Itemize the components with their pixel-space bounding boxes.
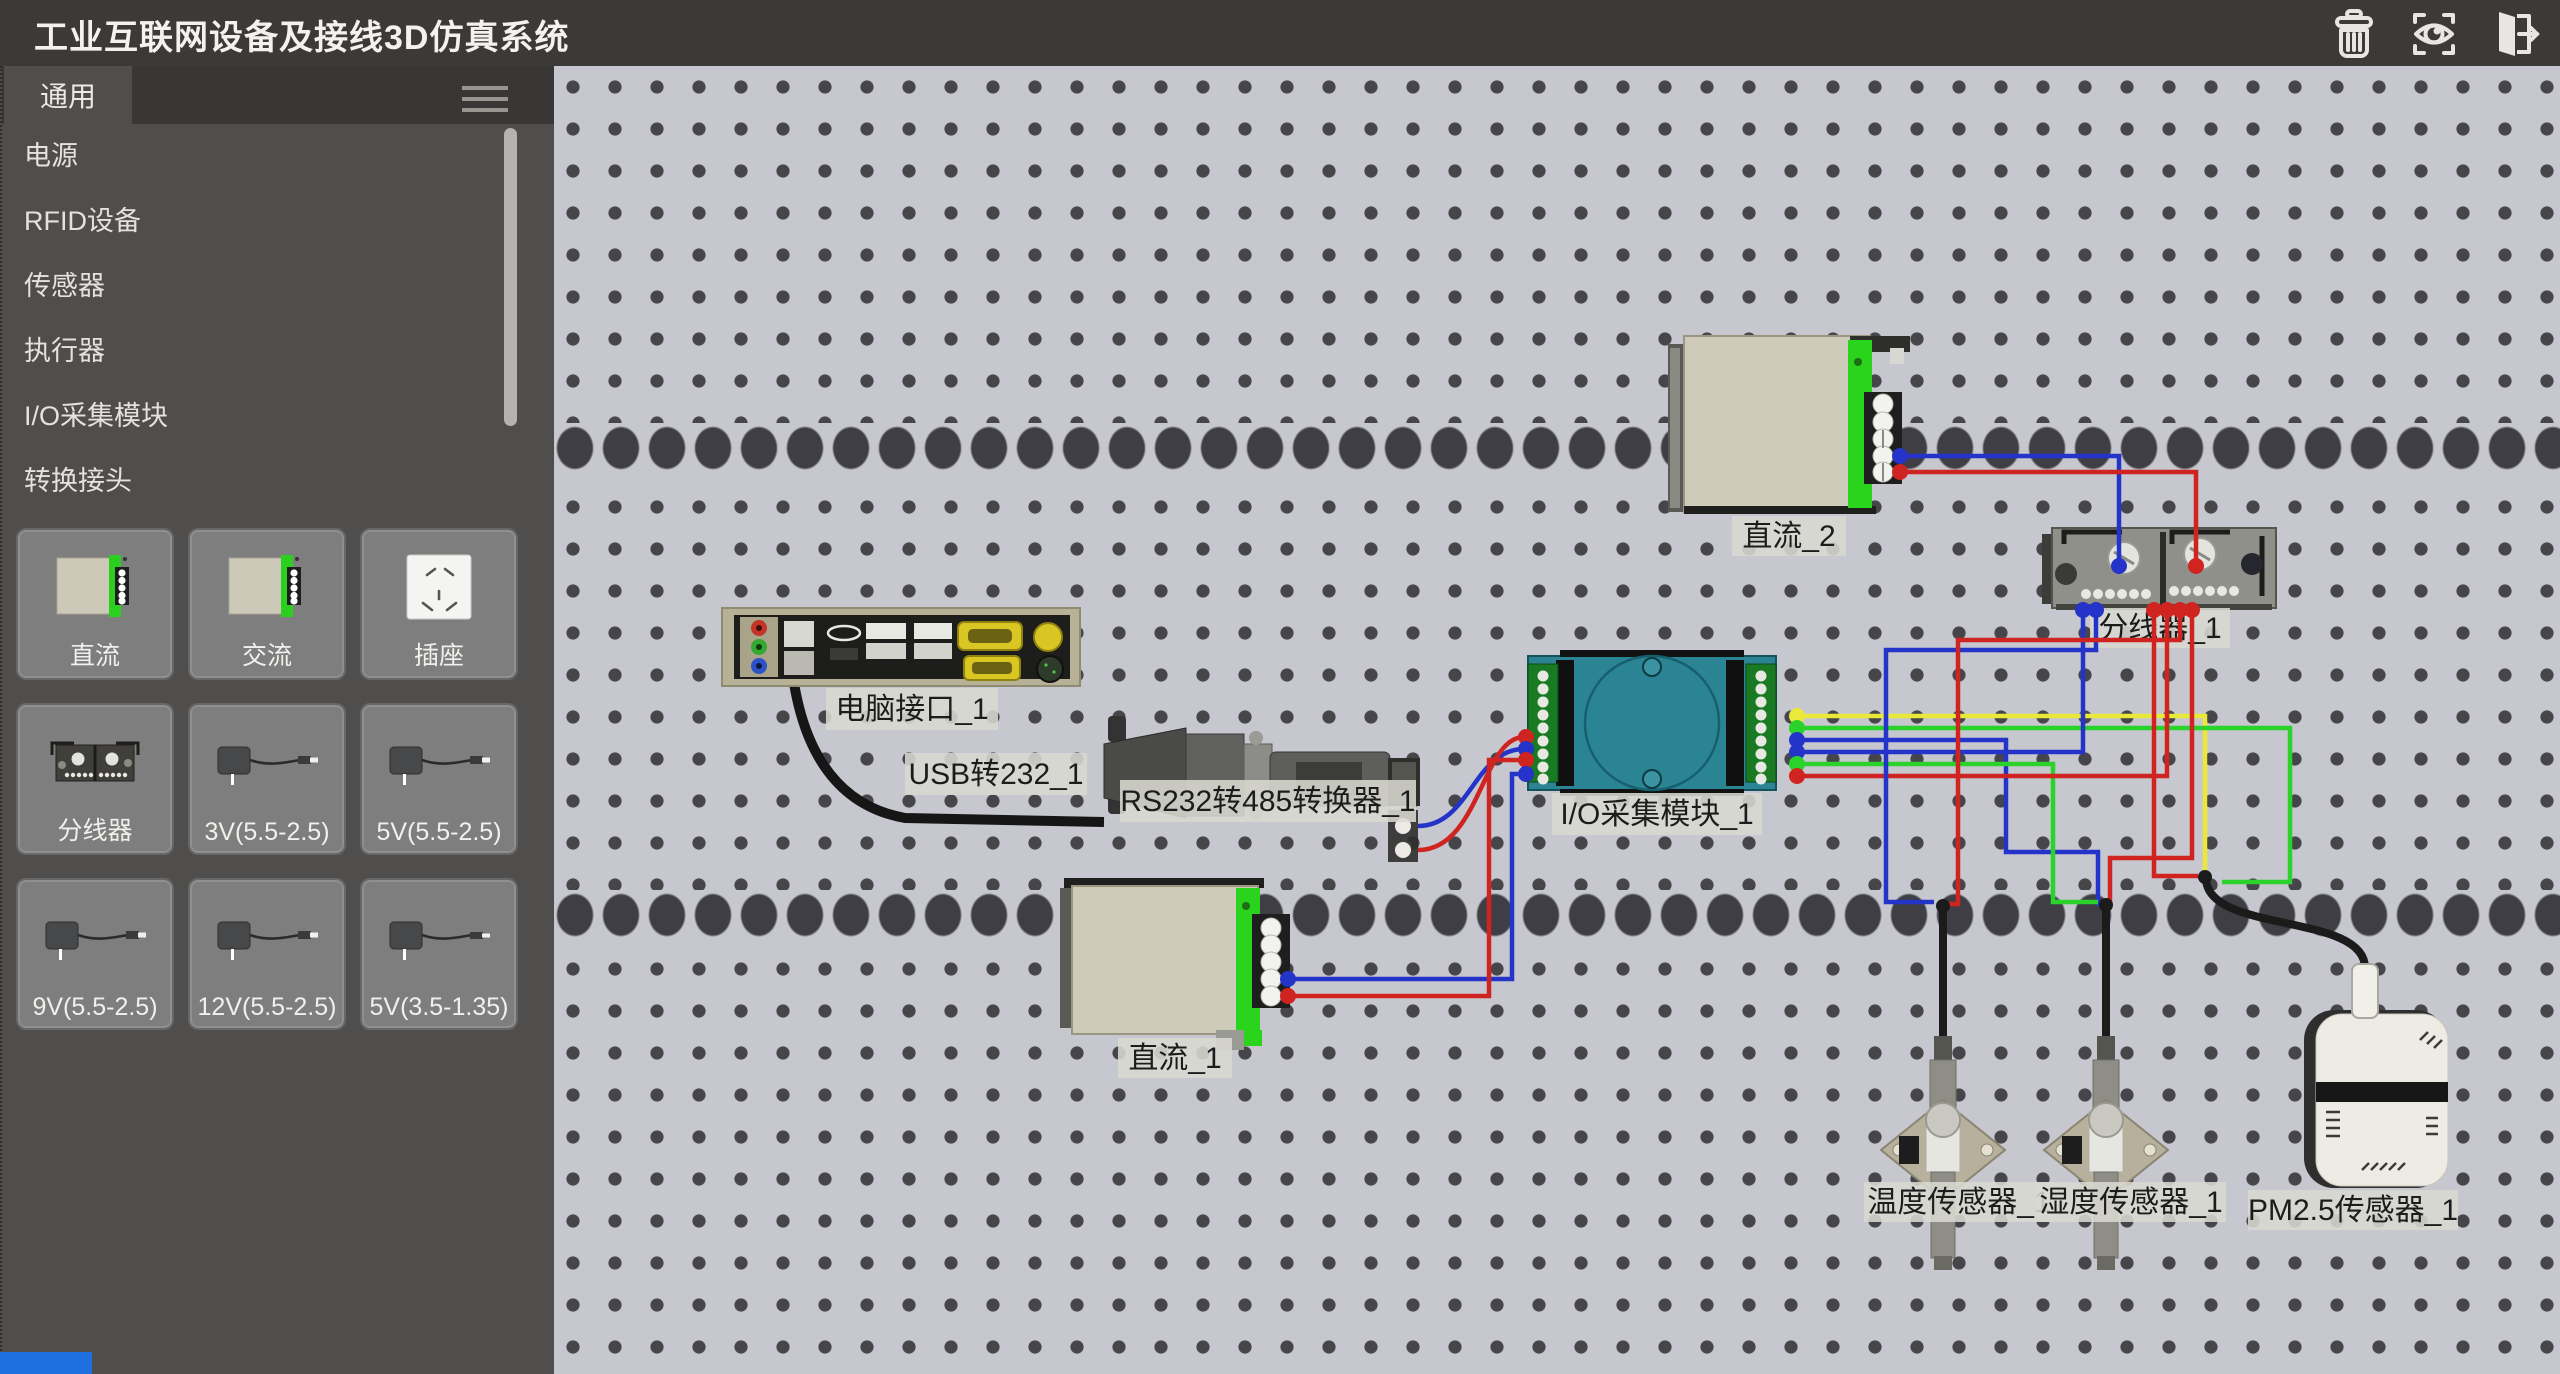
category-item-sensor[interactable]: 传感器	[2, 254, 542, 319]
view-icon[interactable]	[2406, 6, 2462, 62]
category-item-rfid[interactable]: RFID设备	[2, 189, 542, 254]
palette-tile-5v[interactable]: 5V(5.5-2.5)	[360, 703, 518, 855]
tile-label: 5V(5.5-2.5)	[362, 818, 516, 847]
wire[interactable]	[2110, 610, 2192, 904]
adapter-thumb	[18, 890, 172, 986]
palette-tile-socket[interactable]: 插座	[360, 528, 518, 680]
device-palette: 直流 交流	[16, 528, 518, 1030]
device-pm25-sensor[interactable]	[2206, 878, 2448, 1188]
palette-tile-5v-small[interactable]: 5V(3.5-1.35)	[360, 878, 518, 1030]
tile-label: 交流	[190, 636, 344, 672]
sidebar-scrollbar[interactable]	[504, 128, 517, 426]
sidebar-tabstrip: 通用	[2, 66, 554, 124]
adapter-thumb	[362, 715, 516, 811]
label-rs232-485: RS232转485转换器_1	[1120, 785, 1415, 818]
toolbar-icons	[2326, 6, 2542, 62]
device-io-module[interactable]	[1528, 650, 1776, 796]
label-pm25-sensor: PM2.5传感器_1	[2248, 1194, 2458, 1227]
label-temp-sensor: 温度传感器_1	[1867, 1186, 2050, 1219]
category-item-actuator[interactable]: 执行器	[2, 319, 542, 384]
tile-label: 5V(3.5-1.35)	[362, 993, 516, 1022]
top-bar: 工业互联网设备及接线3D仿真系统	[0, 0, 2560, 66]
palette-tile-12v[interactable]: 12V(5.5-2.5)	[188, 878, 346, 1030]
category-item-io-module[interactable]: I/O采集模块	[2, 384, 542, 449]
tile-label: 直流	[18, 636, 172, 672]
corner-blue-bar	[0, 1352, 92, 1374]
tab-general[interactable]: 通用	[4, 66, 132, 124]
app-title: 工业互联网设备及接线3D仿真系统	[34, 10, 569, 59]
palette-tile-splitter[interactable]: 分线器	[16, 703, 174, 855]
palette-tile-dc[interactable]: 直流	[16, 528, 174, 680]
socket-thumb	[362, 540, 516, 636]
tile-label: 3V(5.5-2.5)	[190, 818, 344, 847]
label-dc1: 直流_1	[1128, 1042, 1221, 1075]
power-supply-thumb	[190, 540, 344, 636]
hamburger-menu-icon[interactable]	[462, 86, 508, 119]
label-usb232: USB转232_1	[908, 758, 1083, 791]
palette-tile-ac[interactable]: 交流	[188, 528, 346, 680]
device-splitter1[interactable]	[2042, 528, 2276, 610]
device-dc1[interactable]	[1060, 878, 1290, 1050]
device-dc2[interactable]	[1668, 336, 1910, 514]
tile-label: 插座	[362, 636, 516, 672]
adapter-thumb	[190, 715, 344, 811]
tile-label: 9V(5.5-2.5)	[18, 993, 172, 1022]
adapter-thumb	[190, 890, 344, 986]
tile-label: 12V(5.5-2.5)	[190, 993, 344, 1022]
label-dc2: 直流_2	[1742, 520, 1835, 553]
palette-tile-3v[interactable]: 3V(5.5-2.5)	[188, 703, 346, 855]
exit-icon[interactable]	[2486, 6, 2542, 62]
adapter-thumb	[362, 890, 516, 986]
label-pc-port: 电脑接口_1	[835, 693, 988, 726]
power-supply-thumb	[18, 540, 172, 636]
category-item-power[interactable]: 电源	[2, 124, 542, 189]
category-list: 电源 RFID设备 传感器 执行器 I/O采集模块 转换接头	[2, 124, 542, 514]
sidebar: 通用 电源 RFID设备 传感器 执行器 I/O采集模块 转换接头 直流	[0, 66, 554, 1374]
trash-icon[interactable]	[2326, 6, 2382, 62]
label-humidity-sensor: 湿度传感器_1	[2039, 1186, 2222, 1219]
wire[interactable]	[1797, 610, 2083, 752]
splitter-thumb	[18, 715, 172, 811]
palette-tile-9v[interactable]: 9V(5.5-2.5)	[16, 878, 174, 1030]
wire[interactable]	[1886, 610, 2096, 902]
tile-label: 分线器	[18, 811, 172, 847]
label-io-module: I/O采集模块_1	[1560, 798, 1753, 831]
wire[interactable]	[1797, 764, 2098, 902]
category-item-adapter[interactable]: 转换接头	[2, 449, 542, 514]
